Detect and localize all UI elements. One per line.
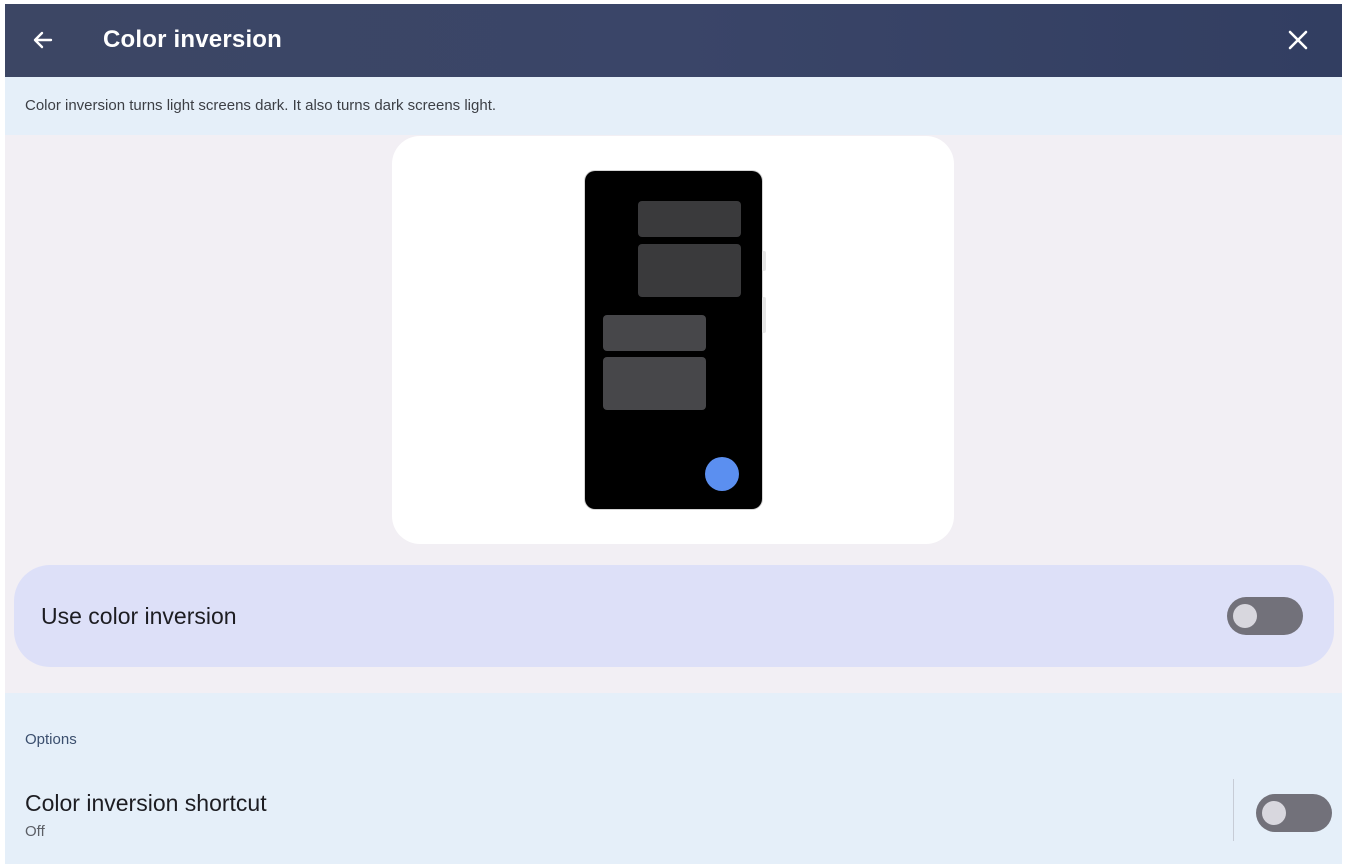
- close-icon: [1288, 30, 1308, 50]
- use-color-inversion-switch[interactable]: [1227, 597, 1303, 635]
- page-title: Color inversion: [103, 26, 283, 53]
- arrow-left-icon: [33, 31, 53, 49]
- switch-knob: [1233, 604, 1257, 628]
- back-button[interactable]: [25, 22, 61, 58]
- preview-fab: [705, 457, 739, 491]
- options-header: Options: [25, 731, 77, 748]
- settings-window: Color inversion Color inversion turns li…: [5, 4, 1342, 864]
- preview-block: [603, 357, 706, 410]
- preview-card: [392, 136, 954, 544]
- description-text: Color inversion turns light screens dark…: [25, 97, 497, 114]
- close-button[interactable]: [1280, 22, 1316, 58]
- shortcut-subtitle: Off: [25, 823, 45, 840]
- options-section: Options Color inversion shortcut Off: [5, 693, 1342, 864]
- switch-knob: [1262, 801, 1286, 825]
- description-banner: Color inversion turns light screens dark…: [5, 77, 1342, 135]
- preview-block: [603, 315, 706, 351]
- top-app-bar: Color inversion: [5, 4, 1342, 77]
- use-color-inversion-row[interactable]: Use color inversion: [14, 565, 1334, 667]
- shortcut-title: Color inversion shortcut: [25, 790, 267, 816]
- color-inversion-shortcut-switch[interactable]: [1256, 794, 1332, 832]
- use-color-inversion-label: Use color inversion: [41, 603, 237, 629]
- phone-illustration: [585, 171, 766, 509]
- preview-block: [638, 201, 741, 237]
- preview-block: [638, 244, 741, 297]
- phone-side-button: [762, 297, 766, 333]
- phone-side-button: [762, 251, 766, 271]
- divider: [1233, 779, 1234, 841]
